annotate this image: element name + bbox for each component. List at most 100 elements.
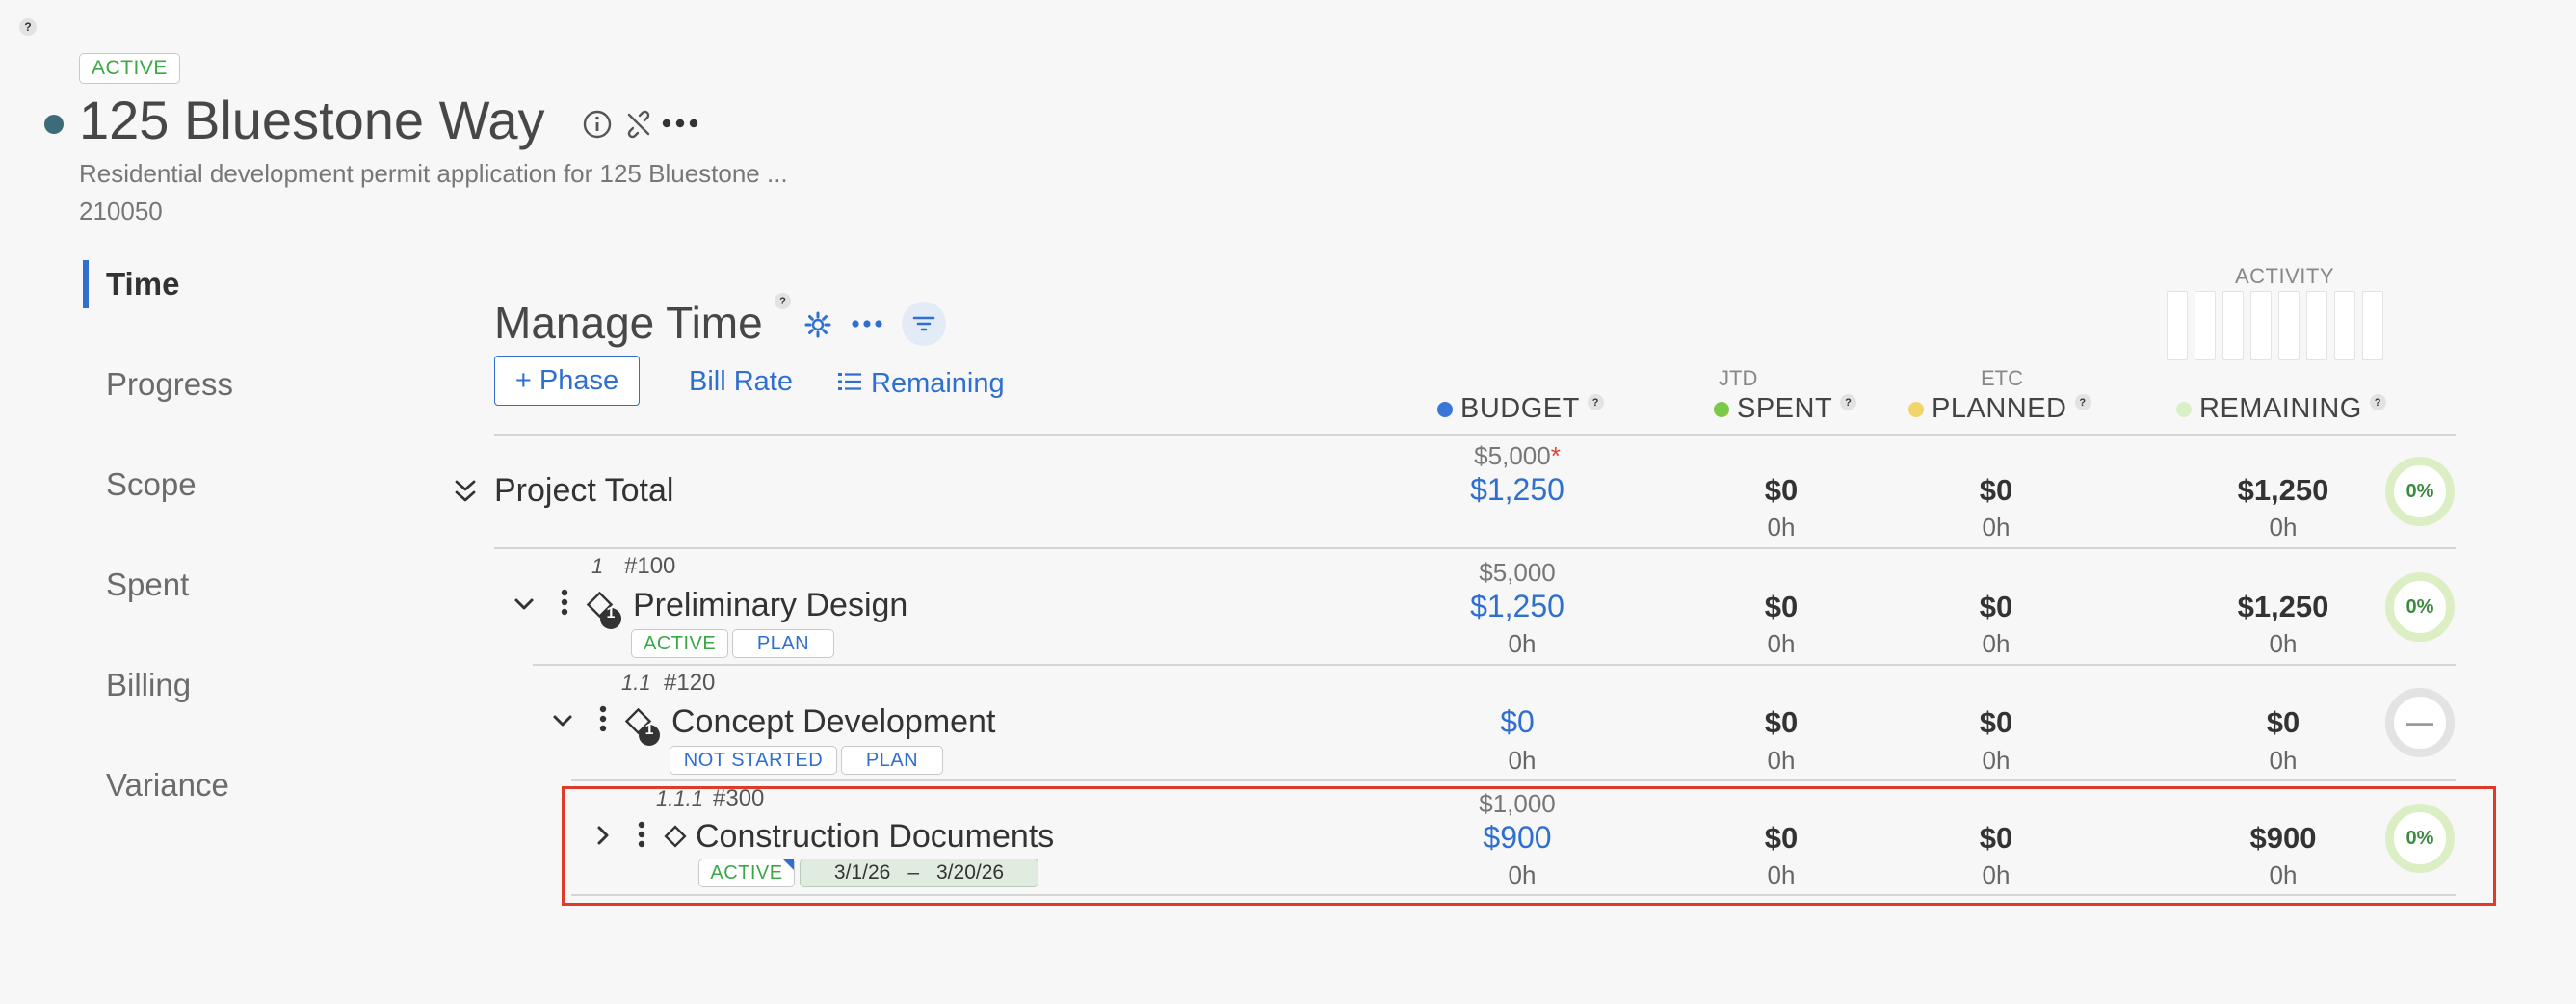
nav-item-progress[interactable]: Progress — [106, 366, 233, 403]
nav-item-scope[interactable]: Scope — [106, 466, 197, 503]
project-total-label: Project Total — [494, 472, 674, 509]
remaining-hours: 0h — [2269, 860, 2298, 889]
remaining-column-header: REMAINING ? — [2176, 393, 2386, 425]
more-options-icon[interactable] — [850, 313, 884, 339]
chevron-right-icon[interactable] — [593, 824, 613, 852]
activity-bar — [2222, 291, 2244, 360]
budget-value[interactable]: $0 — [1445, 704, 1590, 740]
planned-value: $0 — [1979, 590, 2013, 623]
remaining-dot — [2176, 401, 2192, 417]
row-index: 1.1 — [621, 671, 651, 695]
budget-hours: 0h — [1508, 746, 1537, 775]
planned-hours: 0h — [1982, 746, 2011, 775]
remaining-header-label: REMAINING — [2199, 393, 2362, 424]
project-status-dot — [44, 115, 64, 134]
total-planned-hours: 0h — [1982, 513, 2011, 542]
remaining-hours: 0h — [2269, 746, 2298, 775]
date-separator: – — [907, 861, 919, 884]
nav-item-variance[interactable]: Variance — [106, 767, 229, 804]
help-icon[interactable]: ? — [2074, 394, 2091, 410]
activity-bar — [2167, 291, 2188, 360]
spent-hours: 0h — [1767, 860, 1796, 889]
row-index: 1.1.1 — [656, 786, 703, 810]
plan-badge[interactable]: PLAN — [732, 629, 834, 658]
activity-bar — [2278, 291, 2300, 360]
total-budget-value[interactable]: $1,250 — [1445, 472, 1590, 508]
status-badge: ACTIVE — [631, 629, 729, 658]
row-divider — [571, 779, 2456, 781]
activity-bar — [2195, 291, 2216, 360]
spent-dot — [1714, 401, 1729, 417]
remaining-value: $900 — [2249, 821, 2317, 855]
more-options-icon[interactable] — [661, 112, 699, 140]
remaining-value: $1,250 — [2237, 590, 2329, 623]
spent-column-header: SPENT ? — [1714, 393, 1857, 425]
bill-rate-button[interactable]: Bill Rate — [689, 366, 793, 398]
chevron-down-icon[interactable] — [513, 594, 536, 619]
nav-item-time[interactable]: Time — [106, 266, 179, 303]
gear-icon[interactable] — [803, 310, 832, 344]
budget-hours: 0h — [1508, 629, 1537, 658]
remaining-button[interactable]: Remaining — [871, 368, 1005, 400]
phase-count: 1 — [606, 605, 616, 621]
date-range-pill[interactable]: 3/1/26 – 3/20/26 — [800, 859, 1038, 887]
spent-value: $0 — [1764, 590, 1799, 623]
row-number: #100 — [624, 553, 676, 579]
collapse-all-icon[interactable] — [453, 477, 478, 511]
activity-bar — [2362, 291, 2383, 360]
planned-value: $0 — [1979, 705, 2013, 739]
project-status-badge: ACTIVE — [79, 53, 180, 84]
planned-column-header: PLANNED ? — [1908, 393, 2091, 425]
row-name: Construction Documents — [696, 818, 1055, 855]
status-badge: NOT STARTED — [670, 746, 837, 775]
help-icon[interactable]: ? — [1587, 394, 1604, 410]
kebab-menu-icon[interactable] — [634, 820, 649, 856]
remaining-hours: 0h — [2269, 629, 2298, 658]
progress-ring: 0% — [2385, 572, 2455, 642]
project-title: 125 Bluestone Way — [79, 90, 545, 150]
total-spent-hours: 0h — [1767, 513, 1796, 542]
row-number: #300 — [713, 785, 765, 811]
budget-dot — [1437, 401, 1453, 417]
kebab-menu-icon[interactable] — [595, 704, 611, 740]
spent-value: $0 — [1764, 705, 1799, 739]
help-icon[interactable]: ? — [2369, 394, 2386, 410]
kebab-menu-icon[interactable] — [557, 588, 572, 623]
plan-badge[interactable]: PLAN — [841, 746, 943, 775]
date-end: 3/20/26 — [936, 861, 1005, 884]
activity-bar — [2334, 291, 2355, 360]
spent-value: $0 — [1764, 821, 1799, 855]
manage-time-title: Manage Time — [494, 298, 763, 348]
unlink-icon[interactable] — [624, 110, 653, 144]
spent-hours: 0h — [1767, 746, 1796, 775]
budget-hours: 0h — [1508, 860, 1537, 889]
activity-bar — [2306, 291, 2327, 360]
total-remaining-value: $1,250 — [2237, 473, 2329, 507]
nav-item-spent[interactable]: Spent — [106, 567, 189, 603]
planned-header-label: PLANNED — [1932, 393, 2067, 424]
progress-ring: 0% — [2385, 804, 2455, 873]
total-remaining-hours: 0h — [2269, 513, 2298, 542]
chevron-down-icon[interactable] — [551, 711, 574, 735]
add-phase-button[interactable]: + Phase — [494, 356, 640, 406]
progress-ring: — — [2385, 688, 2455, 757]
nav-item-billing[interactable]: Billing — [106, 667, 191, 703]
project-number: 210050 — [79, 197, 163, 225]
task-diamond-icon — [663, 824, 688, 854]
row-divider — [494, 547, 2456, 549]
activity-bar — [2250, 291, 2272, 360]
budget-header-label: BUDGET — [1460, 393, 1580, 424]
filter-icon[interactable] — [902, 302, 946, 346]
info-icon[interactable] — [582, 109, 613, 145]
help-icon[interactable]: ? — [19, 18, 37, 36]
budget-value[interactable]: $1,250 — [1445, 589, 1590, 624]
budget-value[interactable]: $900 — [1445, 820, 1590, 856]
planned-value: $0 — [1979, 821, 2013, 855]
etc-label: ETC — [1981, 366, 2023, 390]
help-icon[interactable]: ? — [775, 293, 791, 309]
status-badge: ACTIVE — [698, 859, 795, 887]
row-name: Concept Development — [671, 703, 996, 740]
help-icon[interactable]: ? — [1840, 394, 1857, 410]
planned-hours: 0h — [1982, 860, 2011, 889]
total-progress-ring: 0% — [2385, 457, 2455, 526]
